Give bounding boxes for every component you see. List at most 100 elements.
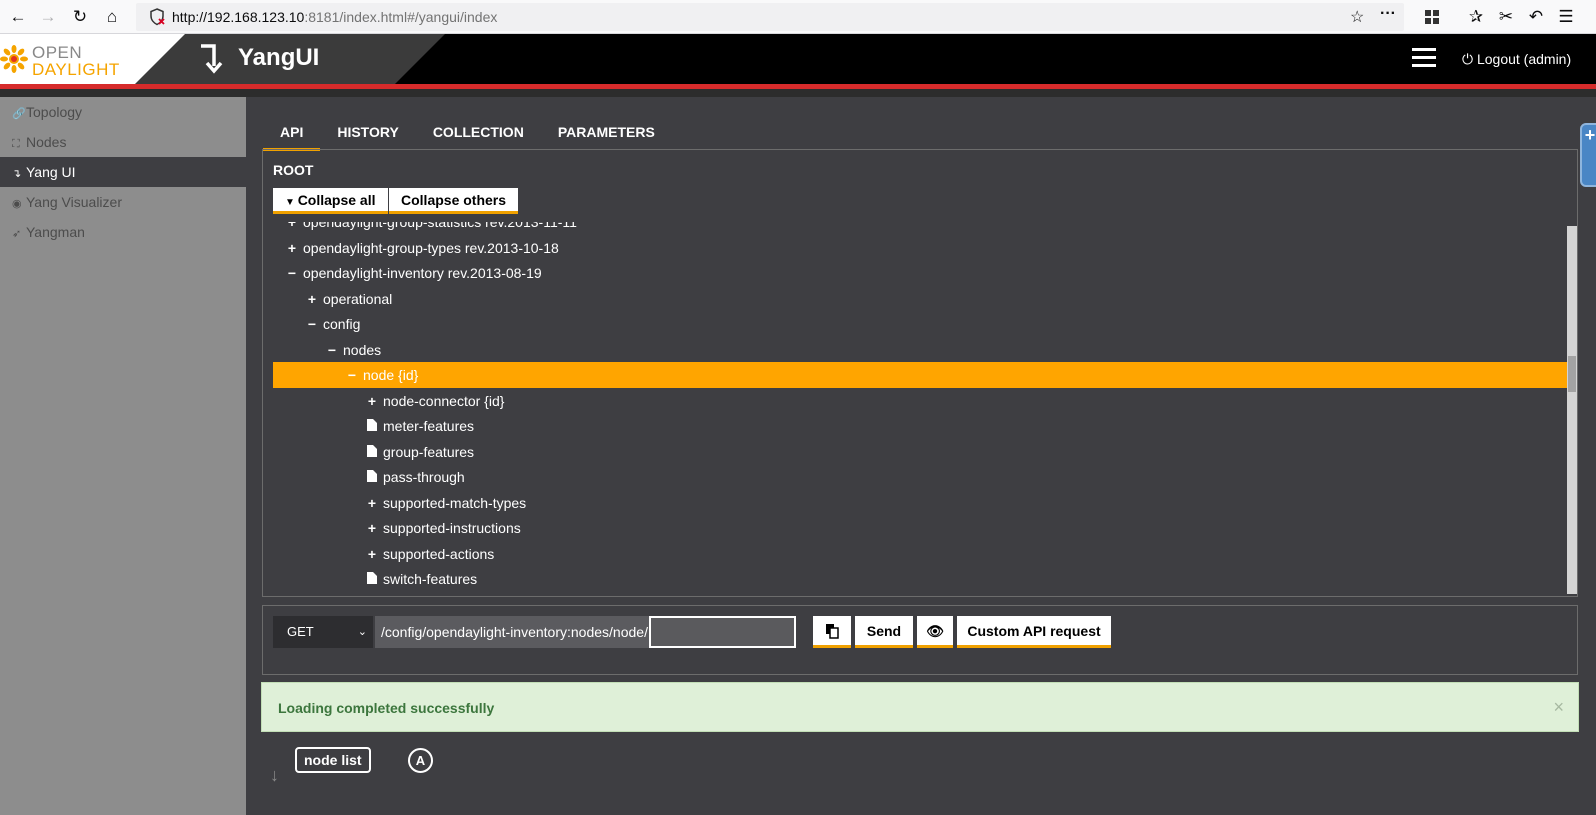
plus-icon[interactable]: +: [363, 490, 381, 516]
tree-row-label: meter-features: [383, 418, 475, 434]
tree-row[interactable]: group-features: [273, 439, 1567, 465]
sidebar-item-yang-visualizer[interactable]: ◉ Yang Visualizer: [0, 187, 246, 217]
yangui-arrow-icon: [201, 44, 223, 74]
tree-row-label: pass-through: [383, 469, 465, 485]
sidebar-item-topology[interactable]: 🔗Topology: [0, 97, 246, 127]
tree-row[interactable]: − nodes: [273, 337, 1567, 363]
tree-row[interactable]: − node {id}: [273, 362, 1567, 388]
tree-row[interactable]: + operational: [273, 286, 1567, 312]
collapse-all-button[interactable]: ▼ Collapse all: [273, 188, 388, 214]
minus-icon[interactable]: −: [283, 260, 301, 286]
tree-row[interactable]: + supported-actions: [273, 541, 1567, 567]
sun-logo-icon: [0, 45, 28, 73]
plus-icon[interactable]: +: [283, 235, 301, 261]
document-icon[interactable]: [363, 566, 381, 590]
method-select[interactable]: GET ⌄: [273, 616, 373, 648]
document-icon[interactable]: [363, 439, 381, 465]
plus-icon[interactable]: +: [303, 286, 321, 312]
sidebar-item-yangman[interactable]: ➶ Yangman: [0, 217, 246, 247]
tree-row-label: opendaylight-group-statistics rev.2013-1…: [303, 222, 577, 230]
plus-icon[interactable]: +: [363, 515, 381, 541]
browser-toolbar: ← → ↻ ⌂ http://192.168.123.10:8181/index…: [0, 0, 1596, 34]
tree-row[interactable]: + node-connector {id}: [273, 388, 1567, 414]
tree-row[interactable]: pass-through: [273, 464, 1567, 490]
minus-icon[interactable]: −: [343, 362, 361, 388]
caret-down-icon: ▼: [285, 196, 298, 208]
tree-row[interactable]: switch-features: [273, 566, 1567, 590]
sitemap-icon: ⛶: [12, 138, 20, 150]
reload-icon[interactable]: ↻: [68, 5, 92, 29]
grid-icon[interactable]: [1420, 5, 1444, 29]
logout-button[interactable]: ⏻ Logout (admin): [1462, 51, 1571, 68]
tree-row-label: supported-instructions: [383, 520, 521, 536]
arrow-down-icon: ↴: [12, 168, 22, 180]
preview-button[interactable]: 👁: [917, 616, 953, 648]
api-tree-panel: ROOT ▼ Collapse all Collapse others + ope…: [262, 149, 1578, 597]
main-content: API HISTORY COLLECTION PARAMETERS + ROOT…: [246, 97, 1596, 815]
success-alert: Loading completed successfully ×: [261, 682, 1579, 732]
copy-button[interactable]: [813, 616, 851, 648]
tree-row-label: supported-actions: [383, 545, 495, 562]
eye-icon: 👁: [926, 623, 944, 639]
alert-close-icon[interactable]: ×: [1553, 697, 1564, 718]
app-header: OPEN DAYLIGHT YangUI ⏻ Logout (admin): [0, 34, 1596, 84]
tree-row-label: supported-match-types: [383, 494, 527, 511]
url-bar[interactable]: http://192.168.123.10:8181/index.html#/y…: [136, 3, 1404, 31]
scissors-icon[interactable]: ✂: [1494, 5, 1518, 29]
clipboard-icon: [826, 624, 839, 639]
document-icon[interactable]: [363, 413, 381, 439]
reading-list-icon[interactable]: ✰: [1464, 5, 1488, 29]
tab-history[interactable]: HISTORY: [320, 115, 415, 151]
back-arrow-icon[interactable]: ←: [6, 5, 30, 29]
collapse-others-button[interactable]: Collapse others: [389, 188, 519, 214]
sidebar-item-yang-ui[interactable]: ↴ Yang UI: [0, 157, 246, 187]
sidebar: 🔗Topology ⛶ Nodes ↴ Yang UI ◉ Yang Visualiz…: [0, 97, 246, 815]
tree-row[interactable]: − opendaylight-inventory rev.2013-08-19: [273, 260, 1567, 286]
star-icon[interactable]: ☆: [1350, 7, 1364, 27]
node-id-input[interactable]: [649, 616, 796, 648]
tab-bar: API HISTORY COLLECTION PARAMETERS: [263, 115, 672, 151]
plus-icon[interactable]: +: [363, 541, 381, 567]
tree-row[interactable]: + supported-instructions: [273, 515, 1567, 541]
tree-row-label: node {id}: [363, 367, 419, 383]
tab-api[interactable]: API: [263, 115, 321, 151]
minus-icon[interactable]: −: [323, 337, 341, 363]
tree-row-label: switch-features: [383, 571, 478, 587]
sidebar-item-nodes[interactable]: ⛶ Nodes: [0, 127, 246, 157]
forward-arrow-icon[interactable]: →: [36, 5, 60, 29]
custom-api-request-button[interactable]: Custom API request: [957, 616, 1111, 648]
alert-message: Loading completed successfully: [278, 700, 495, 716]
tree-row-label: node-connector {id}: [383, 392, 505, 409]
home-icon[interactable]: ⌂: [100, 5, 124, 29]
circle-a-button[interactable]: A: [408, 748, 433, 773]
eye-icon: ◉: [12, 198, 22, 210]
tree-row[interactable]: + opendaylight-group-types rev.2013-10-18: [273, 235, 1567, 261]
tree-scrollbar[interactable]: [1567, 226, 1577, 594]
undo-icon[interactable]: ↶: [1524, 5, 1548, 29]
link-icon: 🔗: [12, 108, 26, 120]
chevron-down-icon: ⌄: [357, 626, 367, 638]
document-icon[interactable]: [363, 464, 381, 490]
plus-icon[interactable]: +: [363, 388, 381, 414]
tree-row[interactable]: meter-features: [273, 413, 1567, 439]
request-panel: GET ⌄ /config/opendaylight-inventory:node…: [262, 605, 1578, 675]
plus-icon[interactable]: +: [283, 222, 301, 235]
minus-icon[interactable]: −: [303, 311, 321, 337]
menu-icon[interactable]: ☰: [1554, 5, 1578, 29]
logo-text-daylight: DAYLIGHT: [32, 60, 120, 79]
tree-row[interactable]: + opendaylight-group-statistics rev.2013-…: [273, 222, 1567, 235]
tab-parameters[interactable]: PARAMETERS: [541, 115, 672, 151]
hamburger-menu-icon[interactable]: [1412, 48, 1436, 68]
power-icon: ⏻: [1462, 51, 1477, 67]
send-button[interactable]: Send: [855, 616, 913, 648]
tree-scrollbar-thumb[interactable]: [1568, 356, 1576, 392]
tree-row[interactable]: − config: [273, 311, 1567, 337]
app-title: YangUI: [238, 44, 320, 71]
tree-row-label: config: [323, 316, 361, 332]
rocket-icon: ➶: [12, 228, 22, 240]
more-icon[interactable]: ···: [1380, 5, 1396, 23]
node-list-button[interactable]: node list: [295, 747, 371, 773]
tree-row[interactable]: + supported-match-types: [273, 490, 1567, 516]
expand-side-tab[interactable]: +: [1580, 123, 1596, 187]
tab-collection[interactable]: COLLECTION: [416, 115, 541, 151]
